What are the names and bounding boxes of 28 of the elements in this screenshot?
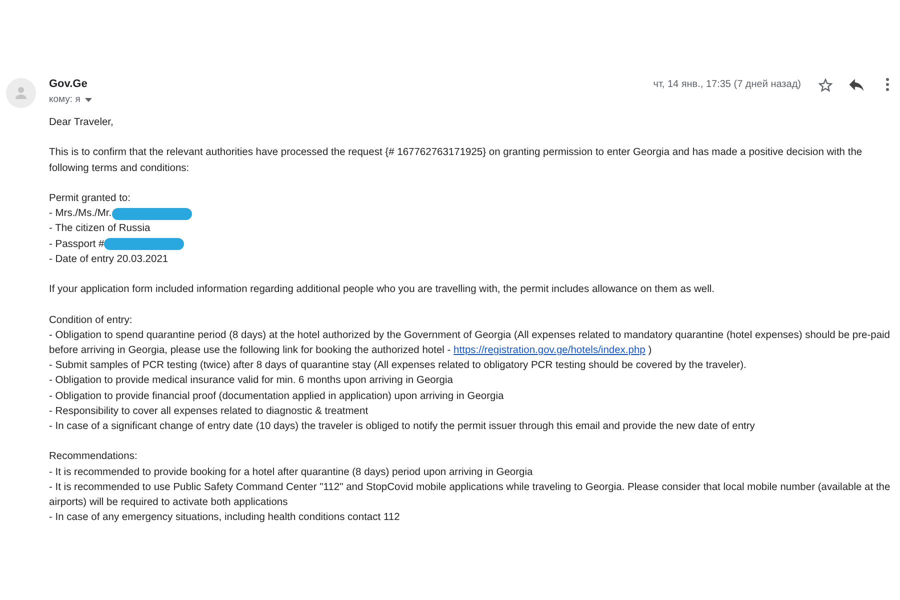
body-text: Dear Traveler,	[49, 116, 114, 130]
body-text: - The citizen of Russia	[49, 222, 152, 236]
body-text: - It is recommended to use Public Safety Command Center "112" and StopCovid mobile applications while traveling to Georgia. Please consider that local mobile number (available at the airports) will be required to activate both applications	[49, 480, 892, 510]
more-icon[interactable]	[886, 78, 889, 91]
body-text: - In case of a significant change of entry date (10 days) the traveler is obliged to notify the permit issuer through this email and provide the new date of entry	[49, 420, 756, 434]
caret-icon	[85, 98, 92, 102]
body-text: - Obligation to provide financial proof (documentation applied in application) upon arriving in Georgia	[49, 390, 505, 404]
avatar-icon	[6, 78, 36, 108]
body-text: - It is recommended to provide booking for a hotel after quarantine (8 days) period upon arriving in Georgia	[49, 466, 534, 480]
body-text: - In case of any emergency situations, including health conditions contact 112	[49, 511, 401, 526]
hotel-booking-link[interactable]: https://registration.gov.ge/hotels/index.php	[454, 344, 646, 356]
date-time: чт, 14 янв., 17:35 (7 дней назад)	[653, 78, 801, 92]
recipient-details-toggle[interactable]: кому: я	[49, 93, 92, 107]
body-text: This is to confirm that the relevant authorities have processed the request {# 167762763171925} on granting permission to enter Georgia and has made a positive decision with the following terms and conditions:	[49, 146, 864, 176]
body-text: Condition of entry:	[49, 314, 134, 328]
body-text: - Responsibility to cover all expenses related to diagnostic & treatment	[49, 404, 370, 419]
body-text: Permit granted to:	[49, 192, 132, 206]
reply-icon[interactable]	[849, 78, 864, 90]
star-icon[interactable]	[818, 78, 833, 92]
body-text: Recommendations:	[49, 450, 138, 464]
body-text: - Obligation to spend quarantine period (8 days) at the hotel authorized by the Government of Georgia (All expenses related to mandatory quarantine (hotel expenses) should be pre-paid before arriving in Georgia, please use the following link for booking the authorized hotel - https://registration.gov.ge/hotels/index.php )	[49, 328, 892, 358]
body-text: - Submit samples of PCR testing (twice) after 8 days of quarantine stay (All expenses related to obligatory PCR testing should be covered by the traveler).	[49, 359, 748, 374]
body-text: - Date of entry 20.03.2021	[49, 252, 170, 267]
body-text: - Passport #	[49, 238, 104, 252]
body-text: If your application form included information regarding additional people who you are travelling with, the permit includes allowance on them as well.	[49, 283, 716, 298]
sender-name: Gov.Ge	[49, 77, 88, 92]
body-text: - Mrs./Ms./Mr.	[49, 207, 112, 222]
body-text: - Obligation to provide medical insurance valid for min. 6 months upon arriving in Georgia	[49, 374, 454, 388]
